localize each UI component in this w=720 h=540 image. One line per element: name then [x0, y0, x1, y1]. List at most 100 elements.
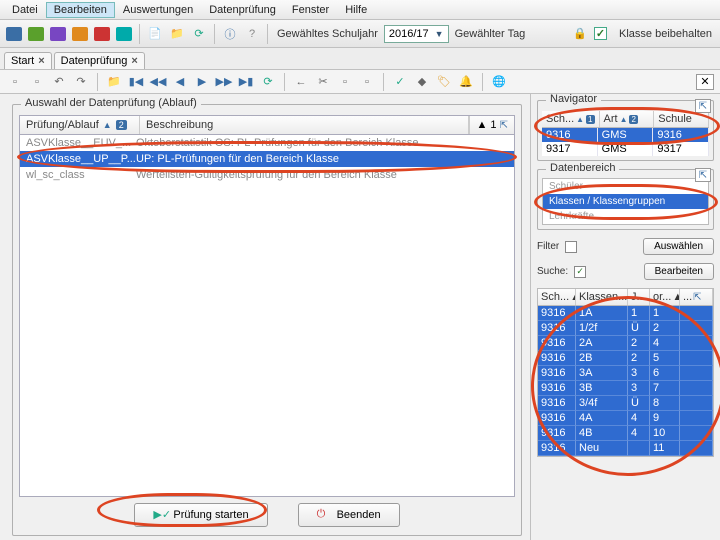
pin-icon[interactable]: ⇱ — [695, 99, 711, 113]
class-col-schule[interactable]: Sch...▲1 — [538, 289, 576, 305]
class-table-body: 93161A1193161/2fÜ293162A2493162B2593163A… — [537, 306, 714, 457]
navigator-row[interactable]: 9316 GMS 9316 — [542, 128, 709, 142]
pin-icon[interactable]: ⇱ — [695, 168, 711, 182]
folder-icon[interactable]: 📁 — [105, 73, 123, 91]
select-button[interactable]: Auswählen — [643, 238, 714, 255]
search-checkbox[interactable]: ✓ — [574, 266, 586, 278]
check-icon[interactable]: ✓ — [391, 73, 409, 91]
chevron-down-icon: ▼ — [435, 29, 444, 39]
table-row[interactable]: 93162A24 — [538, 336, 713, 351]
tool-icon-2[interactable] — [26, 24, 46, 44]
col-beschreibung[interactable]: Beschreibung — [140, 116, 469, 134]
table-row[interactable]: 93164A49 — [538, 411, 713, 426]
table-row[interactable]: 93163A36 — [538, 366, 713, 381]
edit-button[interactable]: Bearbeiten — [644, 263, 714, 280]
class-col-j[interactable]: J... — [628, 289, 650, 305]
paste-icon[interactable]: ▫ — [358, 73, 376, 91]
tool-icon-5[interactable] — [92, 24, 112, 44]
table-row[interactable]: 93164B410 — [538, 426, 713, 441]
sort-asc-icon: ▲ — [476, 119, 487, 131]
tool-icon-6[interactable] — [114, 24, 134, 44]
tab-start[interactable]: Start × — [4, 52, 52, 69]
close-icon[interactable]: × — [38, 55, 44, 67]
anchor-icon: ⇱ — [500, 120, 508, 131]
navigator-row[interactable]: 9317 GMS 9317 — [542, 142, 709, 156]
copy-icon[interactable]: ▫ — [336, 73, 354, 91]
folder-icon[interactable]: 📁 — [167, 24, 187, 44]
open-icon[interactable]: ▫ — [28, 73, 46, 91]
prev-icon[interactable]: ◀◀ — [149, 73, 167, 91]
sub-toolbar: ▫ ▫ ↶ ↷ 📁 ▮◀ ◀◀ ◀ ▶ ▶▶ ▶▮ ⟳ ← ✂ ▫ ▫ ✓ ◆ … — [0, 70, 720, 94]
table-row[interactable]: 93163B37 — [538, 381, 713, 396]
cut-icon[interactable]: ✂ — [314, 73, 332, 91]
table-row[interactable]: 9316Neu11 — [538, 441, 713, 456]
table-row[interactable]: 93161/2fÜ2 — [538, 321, 713, 336]
search-row: Suche: ✓ Bearbeiten — [537, 263, 714, 280]
class-col-klasse[interactable]: Klassen... — [576, 289, 628, 305]
navigator-body: 9316 GMS 9316 9317 GMS 9317 — [542, 128, 709, 156]
button-row: ▶✓ Prüfung starten ⏻ Beenden — [19, 497, 515, 529]
nav-col-schule[interactable]: Sch...▲1 — [542, 111, 600, 127]
list-item[interactable]: Schüler — [543, 179, 708, 194]
navigator-box: Navigator ⇱ Sch...▲1 Art▲2 Schule 9316 G… — [537, 100, 714, 161]
schuljahr-combo[interactable]: 2016/17 ▼ — [384, 25, 449, 43]
menubar: Datei Bearbeiten Auswertungen Datenprüfu… — [0, 0, 720, 20]
table-row[interactable]: 93162B25 — [538, 351, 713, 366]
cycle-icon[interactable]: ⟳ — [259, 73, 277, 91]
info-icon[interactable]: ⓘ — [220, 24, 240, 44]
list-item[interactable]: Klassen / Klassengruppen — [543, 194, 708, 209]
tool-icon[interactable]: ◆ — [413, 73, 431, 91]
new-icon[interactable]: ▫ — [6, 73, 24, 91]
tag-icon[interactable]: 🏷 — [435, 73, 453, 91]
tool-icon-1[interactable] — [4, 24, 24, 44]
menu-auswertungen[interactable]: Auswertungen — [115, 2, 201, 18]
menu-bearbeiten[interactable]: Bearbeiten — [46, 2, 115, 18]
fwd-icon[interactable]: ▶▶ — [215, 73, 233, 91]
table-row[interactable]: ASVKlasse__EUV_... Oktoberstatistik OS: … — [20, 135, 514, 151]
class-col-rest[interactable]: ...⇱ — [680, 289, 713, 305]
table-row[interactable]: wl_sc_class Wertelisten-Gültigkeitsprüfu… — [20, 167, 514, 183]
table-row[interactable]: 93161A11 — [538, 306, 713, 321]
tab-datenpruefung[interactable]: Datenprüfung × — [54, 52, 145, 69]
lock-icon[interactable]: 🔒 — [570, 24, 590, 44]
nav-col-art[interactable]: Art▲2 — [600, 111, 655, 127]
menu-hilfe[interactable]: Hilfe — [337, 2, 375, 18]
nav-col-schule2[interactable]: Schule — [654, 111, 709, 127]
menu-datenpruefung[interactable]: Datenprüfung — [201, 2, 284, 18]
table-row[interactable]: ASVKlasse__UP__P... UP: PL-Prüfungen für… — [20, 151, 514, 167]
tool-icon-3[interactable] — [48, 24, 68, 44]
class-col-or[interactable]: or...▲2 — [650, 289, 680, 305]
col-end[interactable]: ▲ 1 ⇱ — [469, 116, 514, 134]
help-icon[interactable]: ? — [242, 24, 262, 44]
col-pruefung[interactable]: Prüfung/Ablauf ▲ 2 — [20, 116, 140, 134]
bell-icon[interactable]: 🔔 — [457, 73, 475, 91]
arrow-left-icon[interactable]: ← — [292, 73, 310, 91]
ablauf-groupbox: Auswahl der Datenprüfung (Ablauf) Prüfun… — [12, 104, 522, 536]
end-button[interactable]: ⏻ Beenden — [298, 503, 400, 527]
tab-datenpruefung-label: Datenprüfung — [61, 55, 128, 67]
list-item[interactable]: Lehrkräfte — [543, 209, 708, 224]
start-check-label: Prüfung starten — [173, 509, 248, 521]
first-icon[interactable]: ▮◀ — [127, 73, 145, 91]
start-check-button[interactable]: ▶✓ Prüfung starten — [134, 503, 267, 527]
redo-icon[interactable]: ↷ — [72, 73, 90, 91]
exit-icon: ⏻ — [317, 508, 331, 522]
doc-icon[interactable]: 📄 — [145, 24, 165, 44]
close-panel-button[interactable]: ✕ — [696, 74, 714, 90]
sort-asc-icon: ▲ — [103, 120, 112, 130]
keep-class-checkbox[interactable]: ✓ — [594, 27, 607, 40]
close-icon[interactable]: × — [131, 55, 137, 67]
undo-icon[interactable]: ↶ — [50, 73, 68, 91]
datenbereich-title: Datenbereich — [546, 162, 619, 174]
table-row[interactable]: 93163/4fÜ8 — [538, 396, 713, 411]
menu-datei[interactable]: Datei — [4, 2, 46, 18]
menu-fenster[interactable]: Fenster — [284, 2, 337, 18]
filter-checkbox[interactable] — [565, 241, 577, 253]
back-icon[interactable]: ◀ — [171, 73, 189, 91]
navigator-title: Navigator — [546, 94, 601, 105]
tool-icon-4[interactable] — [70, 24, 90, 44]
play-icon[interactable]: ▶ — [193, 73, 211, 91]
globe-icon[interactable]: 🌐 — [490, 73, 508, 91]
last-icon[interactable]: ▶▮ — [237, 73, 255, 91]
refresh-icon[interactable]: ⟳ — [189, 24, 209, 44]
